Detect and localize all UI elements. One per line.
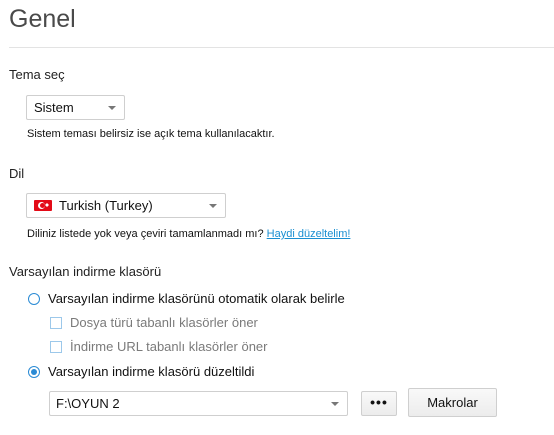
turkey-flag-icon (34, 200, 52, 211)
macros-button[interactable]: Makrolar (408, 388, 497, 417)
download-fixed-radio[interactable] (28, 365, 40, 378)
theme-select[interactable]: Sistem (26, 95, 125, 120)
theme-hint: Sistem teması belirsiz ise açık tema kul… (27, 128, 275, 140)
download-auto-radio[interactable] (28, 292, 40, 305)
title-divider (9, 47, 554, 48)
chevron-down-icon (209, 203, 217, 208)
suggest-by-type-checkbox[interactable] (50, 316, 62, 329)
download-auto-option[interactable]: Varsayılan indirme klasörünü otomatik ol… (28, 291, 345, 306)
download-folder-label: Varsayılan indirme klasörü (9, 264, 162, 279)
fix-translation-link[interactable]: Haydi düzeltelim! (267, 228, 351, 240)
suggest-by-type-option[interactable]: Dosya türü tabanlı klasörler öner (50, 315, 258, 330)
language-select[interactable]: Turkish (Turkey) (26, 193, 226, 218)
more-icon: ••• (370, 393, 388, 410)
theme-label: Tema seç (9, 67, 65, 82)
download-fixed-option[interactable]: Varsayılan indirme klasörü düzeltildi (28, 364, 254, 379)
download-auto-label: Varsayılan indirme klasörünü otomatik ol… (48, 291, 345, 306)
language-hint-text: Diliniz listede yok veya çeviri tamamlan… (27, 228, 264, 240)
macros-button-label: Makrolar (427, 395, 478, 410)
download-folder-value: F:\OYUN 2 (56, 396, 120, 411)
suggest-by-url-option[interactable]: İndirme URL tabanlı klasörler öner (50, 339, 268, 354)
suggest-by-url-checkbox[interactable] (50, 340, 62, 353)
download-fixed-label: Varsayılan indirme klasörü düzeltildi (48, 364, 255, 379)
language-hint: Diliniz listede yok veya çeviri tamamlan… (27, 228, 350, 240)
download-folder-select[interactable]: F:\OYUN 2 (49, 391, 348, 416)
language-label: Dil (9, 166, 25, 181)
suggest-by-type-label: Dosya türü tabanlı klasörler öner (70, 315, 258, 330)
suggest-by-url-label: İndirme URL tabanlı klasörler öner (70, 339, 268, 354)
browse-folder-button[interactable]: ••• (361, 391, 397, 416)
language-select-value: Turkish (Turkey) (59, 198, 153, 213)
chevron-down-icon (331, 401, 339, 406)
page-title: Genel (9, 5, 76, 33)
chevron-down-icon (108, 105, 116, 110)
theme-select-value: Sistem (34, 100, 74, 115)
